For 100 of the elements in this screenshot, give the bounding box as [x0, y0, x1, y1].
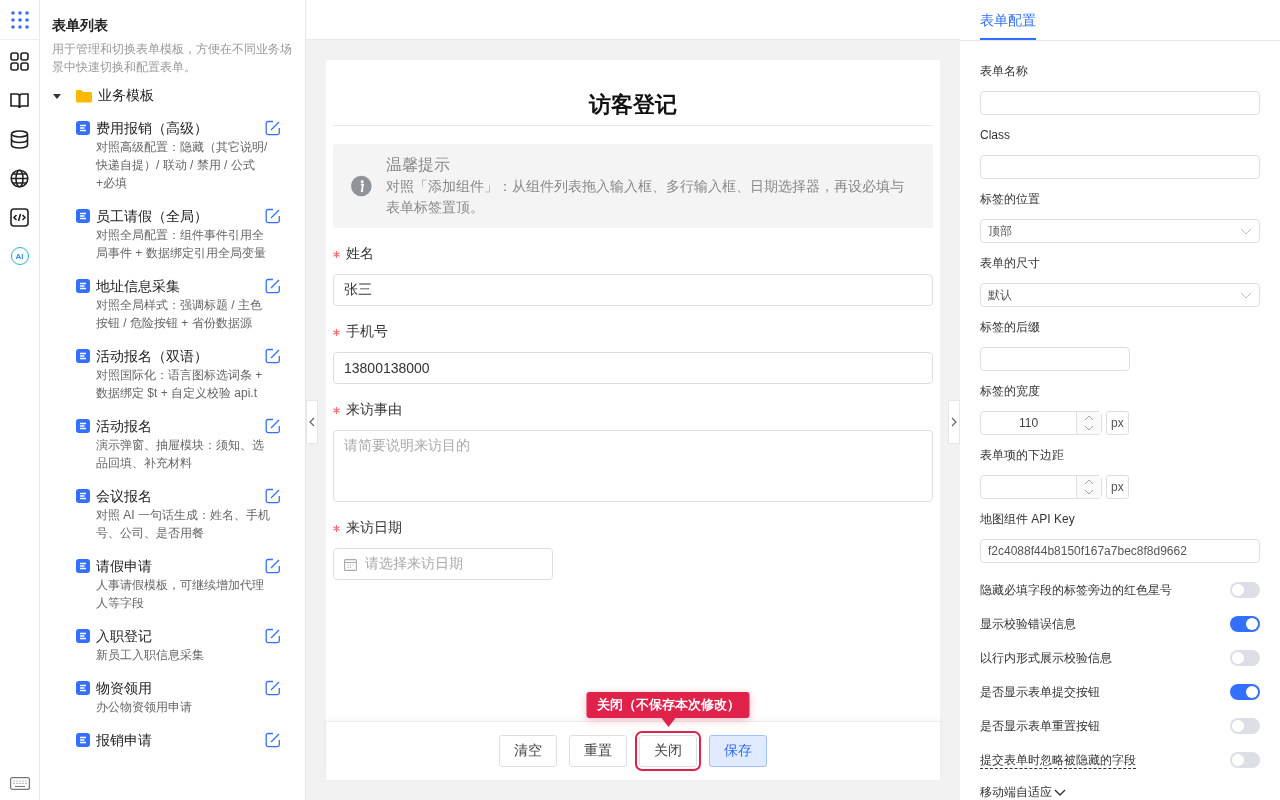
- edit-icon[interactable]: [265, 348, 281, 364]
- document-icon: [76, 629, 90, 643]
- number-field[interactable]: 110: [980, 411, 1102, 435]
- unit-label: px: [1106, 475, 1129, 499]
- document-icon: [76, 489, 90, 503]
- collapse-handle[interactable]: [306, 400, 318, 444]
- chevron-left-icon: [309, 417, 315, 427]
- setting-label: 标签的位置: [980, 191, 1041, 208]
- template-description: 对照国际化：语言图标选词条 + 数据绑定 $t + 自定义校验 api.t: [96, 367, 264, 402]
- input-field[interactable]: 13800138000: [333, 352, 933, 384]
- book-icon[interactable]: [10, 91, 29, 110]
- panel-tab[interactable]: 表单配置: [980, 0, 1036, 40]
- select-field[interactable]: 顶部: [980, 219, 1260, 243]
- chevron-down-icon[interactable]: [1054, 788, 1066, 796]
- template-title[interactable]: 会议报名: [96, 486, 152, 506]
- template-title[interactable]: 物资领用: [96, 678, 152, 698]
- setting-label: Class: [980, 127, 1011, 144]
- template-title[interactable]: 活动报名: [96, 416, 152, 436]
- form-button[interactable]: 重置: [569, 735, 627, 767]
- apps-grid-icon[interactable]: [9, 9, 30, 30]
- template-title[interactable]: 请假申请: [96, 556, 152, 576]
- document-icon: [76, 681, 90, 695]
- save-button[interactable]: 保存: [709, 735, 767, 767]
- sidebar-title: 表单列表: [52, 16, 109, 34]
- dashboard-icon[interactable]: [10, 52, 29, 71]
- field-label: 姓名: [346, 245, 374, 263]
- chevron-down-icon: [1240, 227, 1252, 235]
- number-field[interactable]: [980, 475, 1102, 499]
- collapse-handle[interactable]: [948, 400, 960, 444]
- database-icon[interactable]: [10, 130, 29, 149]
- setting-label: 标签的宽度: [980, 383, 1041, 400]
- edit-icon[interactable]: [265, 680, 281, 696]
- edit-icon[interactable]: [265, 628, 281, 644]
- setting-label: 地图组件 API Key: [980, 511, 1076, 528]
- edit-icon[interactable]: [265, 120, 281, 136]
- chevron-right-icon: [951, 417, 957, 427]
- toggle-switch[interactable]: [1230, 684, 1260, 700]
- field-label: 手机号: [346, 323, 388, 341]
- text-field[interactable]: [980, 347, 1130, 371]
- template-description: 人事请假模板，可继续增加代理人等字段: [96, 577, 265, 612]
- tooltip-pointer-icon: [661, 718, 675, 727]
- edit-icon[interactable]: [265, 488, 281, 504]
- date-placeholder: 请选择来访日期: [365, 555, 463, 573]
- edit-icon[interactable]: [265, 418, 281, 434]
- toggle-switch[interactable]: [1230, 718, 1260, 734]
- chevron-down-icon: [1240, 291, 1252, 299]
- text-field[interactable]: f2c4088f44b8150f167a7bec8f8d9662: [980, 539, 1260, 563]
- form-title: 访客登记: [333, 60, 933, 126]
- unit-label: px: [1106, 411, 1129, 435]
- alert-title: 温馨提示: [385, 155, 451, 175]
- edit-icon[interactable]: [265, 208, 281, 224]
- sidebar-description: 用于管理和切换表单模板，方便在不同业务场景中快速切换和配置表单。: [52, 41, 293, 76]
- template-description: 对照高级配置：隐藏（其它说明/快递自提）/ 联动 / 禁用 / 公式+必填: [96, 139, 269, 192]
- section-toggle[interactable]: 移动端自适应: [980, 783, 1052, 800]
- template-title[interactable]: 地址信息采集: [96, 276, 180, 296]
- text-field[interactable]: [980, 91, 1260, 115]
- template-description: 演示弹窗、抽屉模块：须知、选品回填、补充材料: [96, 437, 265, 472]
- document-icon: [76, 419, 90, 433]
- info-icon: [351, 174, 372, 198]
- document-icon: [76, 349, 90, 363]
- folder-label[interactable]: 业务模板: [98, 87, 154, 105]
- document-icon: [76, 209, 90, 223]
- select-value: 默认: [988, 286, 1012, 304]
- folder-icon: [76, 89, 92, 103]
- input-field[interactable]: 张三: [333, 274, 933, 306]
- setting-label: 表单项的下边距: [980, 447, 1065, 464]
- document-icon: [76, 279, 90, 293]
- setting-label: 以行内形式展示校验信息: [980, 649, 1112, 667]
- template-description: 办公物资领用申请: [96, 699, 193, 716]
- setting-label: 标签的后缀: [980, 319, 1041, 336]
- template-title[interactable]: 入职登记: [96, 626, 152, 646]
- text-field[interactable]: [980, 155, 1260, 179]
- form-button[interactable]: 清空: [499, 735, 557, 767]
- toggle-switch[interactable]: [1230, 616, 1260, 632]
- edit-icon[interactable]: [265, 558, 281, 574]
- template-description: 对照全局配置：组件事件引用全局事件 + 数据绑定引用全局变量: [96, 227, 267, 262]
- select-field[interactable]: 默认: [980, 283, 1260, 307]
- template-title[interactable]: 员工请假（全局）: [96, 206, 208, 226]
- edit-icon[interactable]: [265, 732, 281, 748]
- setting-label: 是否显示表单提交按钮: [980, 683, 1100, 701]
- template-title[interactable]: 报销申请: [96, 730, 152, 750]
- toggle-switch[interactable]: [1230, 650, 1260, 666]
- template-title[interactable]: 活动报名（双语）: [96, 346, 208, 366]
- template-title[interactable]: 费用报销（高级）: [96, 118, 208, 138]
- keyboard-icon[interactable]: [9, 777, 30, 790]
- edit-icon[interactable]: [265, 278, 281, 294]
- document-icon: [76, 559, 90, 573]
- toggle-switch[interactable]: [1230, 582, 1260, 598]
- document-icon: [76, 121, 90, 135]
- setting-label: 表单名称: [980, 63, 1029, 80]
- document-icon: [76, 733, 90, 747]
- field-label: 来访事由: [346, 401, 402, 419]
- select-value: 顶部: [988, 222, 1012, 240]
- stepper-icon[interactable]: [1084, 479, 1094, 495]
- stepper-icon[interactable]: [1084, 415, 1094, 431]
- toggle-switch[interactable]: [1230, 752, 1260, 768]
- caret-icon[interactable]: [52, 91, 62, 101]
- code-icon[interactable]: [10, 208, 29, 227]
- template-description: 对照 AI 一句话生成：姓名、手机号、公司、是否用餐: [96, 507, 270, 542]
- globe-icon[interactable]: [10, 169, 29, 188]
